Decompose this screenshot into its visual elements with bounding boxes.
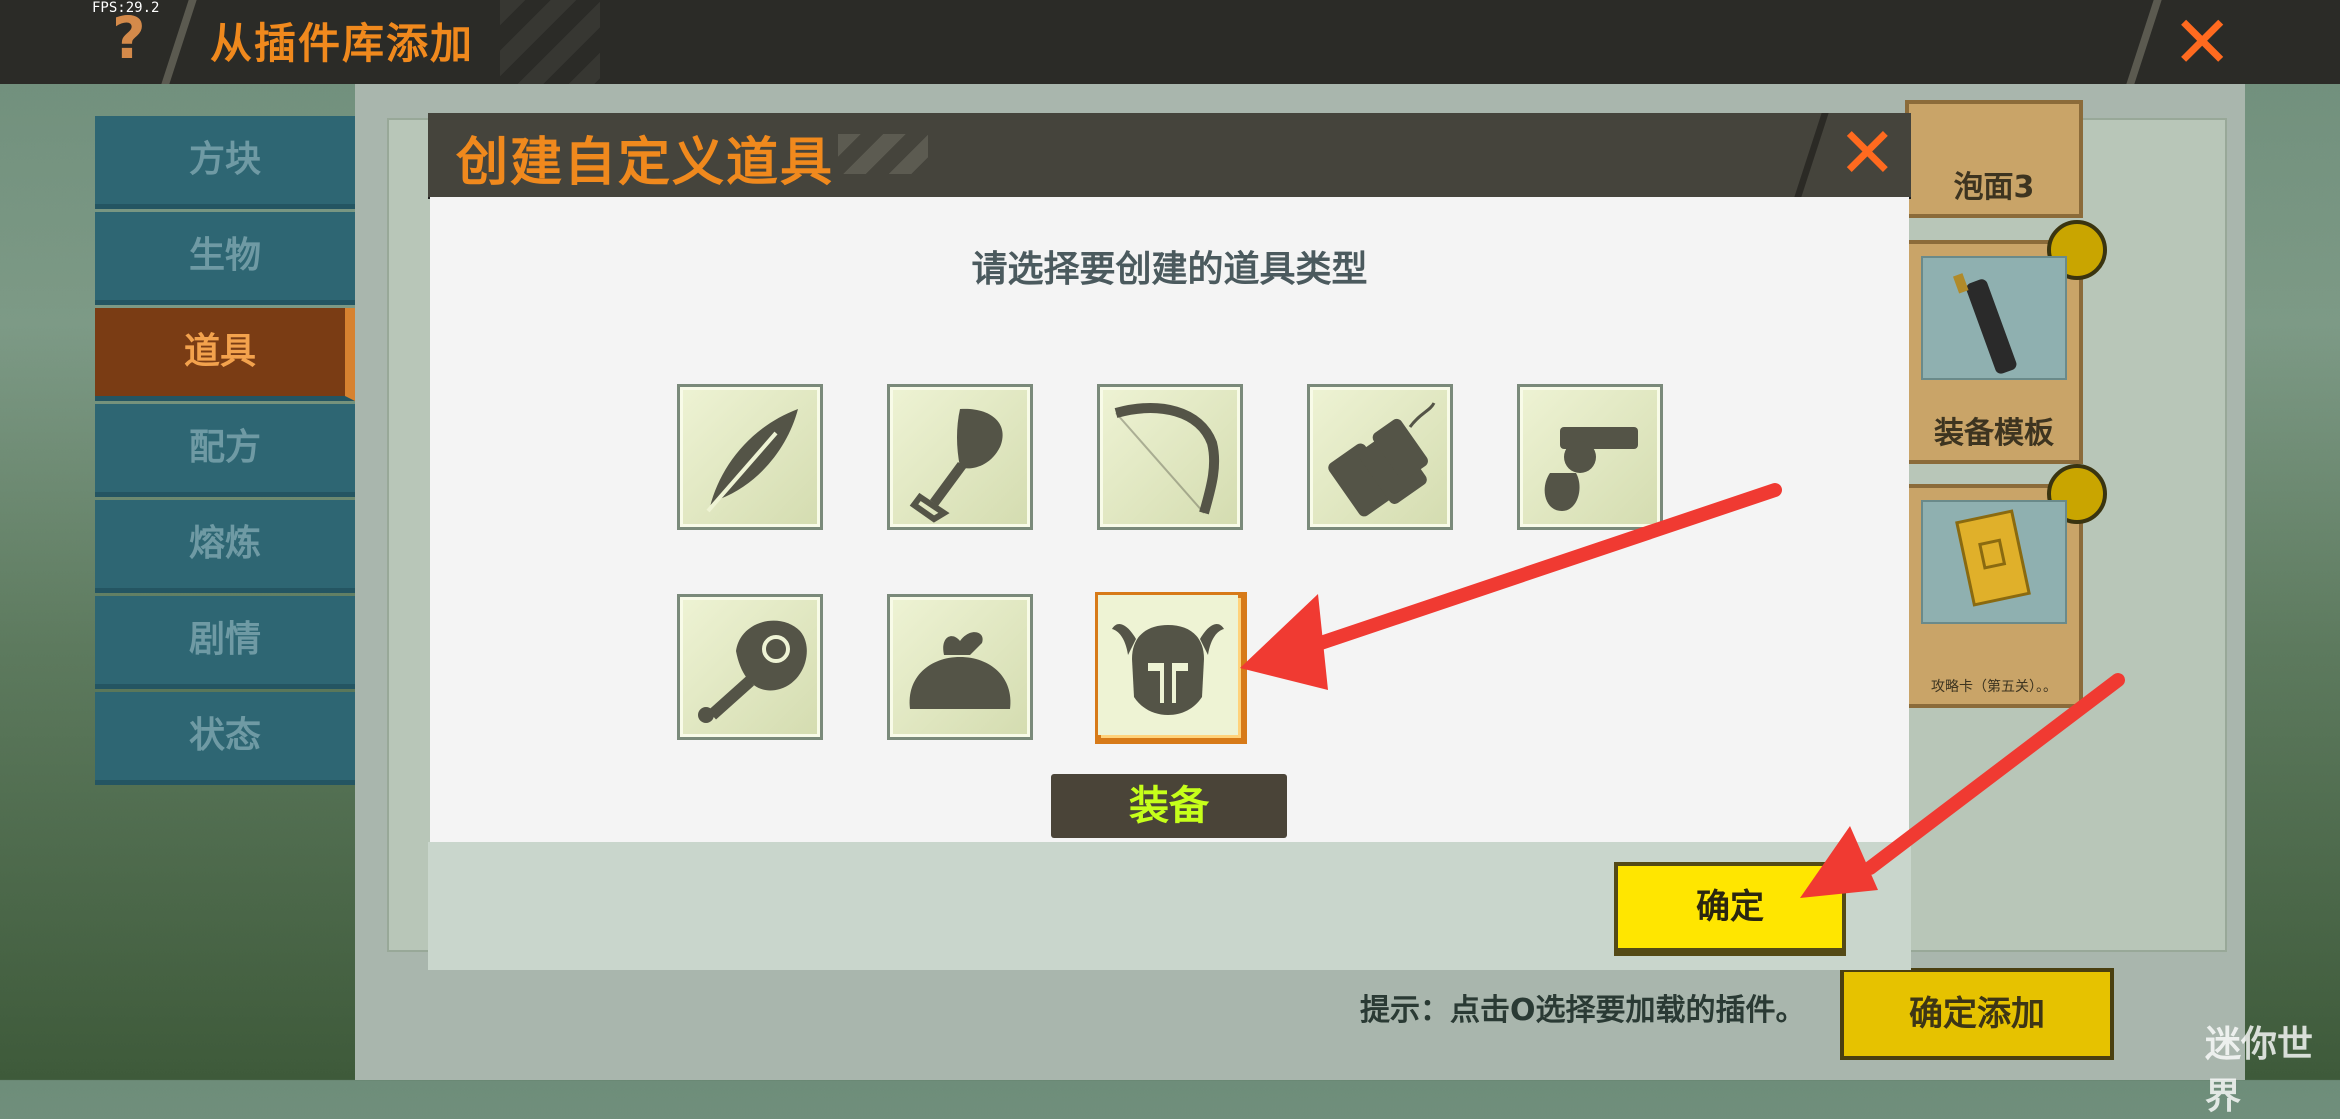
bottle-icon — [1953, 273, 2017, 374]
title-stripes — [838, 134, 928, 174]
item-type-tile-selected[interactable] — [1095, 592, 1247, 744]
plugin-card-label: 攻略卡（第五关）。。 — [1931, 679, 2057, 695]
shovel-icon — [909, 408, 1003, 523]
dynamite-icon — [1328, 402, 1436, 517]
fps-counter: FPS:29.2 — [92, 0, 160, 16]
hint-text: 提示：点击O选择要加载的插件。 — [1360, 993, 1806, 1028]
item-type-tile[interactable] — [1517, 384, 1663, 530]
plugin-card[interactable]: 攻略卡（第五关）。。 — [1905, 464, 2107, 708]
plugin-card-label: 装备模板 — [1934, 416, 2054, 451]
confirm-add-button[interactable]: 确定添加 — [1840, 968, 2114, 1060]
plugin-card[interactable]: 泡面3 — [1905, 100, 2083, 218]
modal-title: 创建自定义道具 — [456, 133, 835, 193]
divider — [2126, 0, 2162, 84]
title-stripes — [500, 0, 600, 84]
item-type-tile[interactable] — [677, 384, 823, 530]
watermark-logo: 迷你世界 — [2205, 1024, 2314, 1117]
helmet-icon — [1098, 595, 1238, 735]
plugin-thumbnail — [1921, 256, 2067, 380]
item-type-tile[interactable] — [887, 384, 1033, 530]
sidebar-item-items[interactable]: 道具 — [95, 308, 355, 401]
close-icon[interactable]: ✕ — [2172, 6, 2232, 78]
item-type-tile[interactable] — [1097, 384, 1243, 530]
sidebar-item-status[interactable]: 状态 — [95, 692, 355, 785]
item-type-tile[interactable] — [677, 594, 823, 740]
divider — [161, 0, 197, 84]
card-icon — [1955, 509, 2031, 607]
modal-close-icon[interactable]: ✕ — [1838, 118, 1897, 188]
feather-icon — [706, 409, 798, 513]
modal-prompt: 请选择要创建的道具类型 — [971, 249, 1368, 290]
plugin-thumbnail — [1921, 500, 2067, 624]
item-type-tile[interactable] — [887, 594, 1033, 740]
revolver-icon — [1544, 427, 1638, 511]
plugin-card-label: 泡面3 — [1953, 170, 2035, 205]
plugin-card[interactable]: 装备模板 — [1905, 220, 2107, 464]
sidebar-item-creatures[interactable]: 生物 — [95, 212, 355, 305]
bow-icon — [1114, 403, 1220, 515]
ok-button[interactable]: 确定 — [1614, 862, 1846, 956]
page-title: 从插件库添加 — [210, 19, 475, 68]
sidebar-item-story[interactable]: 剧情 — [95, 596, 355, 689]
sack-icon — [909, 632, 1011, 709]
sidebar-item-smelting[interactable]: 熔炼 — [95, 500, 355, 593]
selected-type-label: 装备 — [1051, 774, 1287, 838]
sidebar-item-blocks[interactable]: 方块 — [95, 116, 355, 209]
sidebar-item-recipes[interactable]: 配方 — [95, 404, 355, 497]
item-type-tile[interactable] — [1307, 384, 1453, 530]
meat-icon — [698, 620, 807, 723]
